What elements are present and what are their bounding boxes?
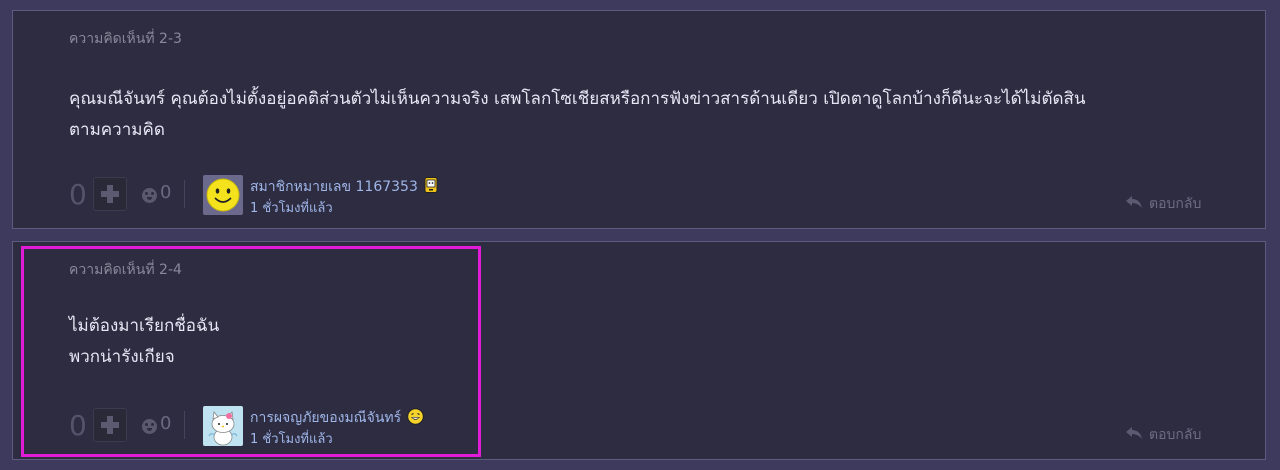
emotion-icon[interactable]	[142, 188, 157, 203]
user-name[interactable]: สมาชิกหมายเลข 1167353	[250, 179, 418, 195]
comment-card: ความคิดเห็นที่ 2-4 ไม่ต้องมาเรียกชื่อฉัน…	[12, 241, 1266, 460]
user-name-link[interactable]: สมาชิกหมายเลข 1167353	[250, 176, 438, 198]
comment-number-label: ความคิดเห็นที่ 2-4	[69, 262, 182, 278]
emotion-icon[interactable]	[142, 419, 157, 434]
user-name-link[interactable]: การผจญภัยของมณีจันทร์	[250, 407, 424, 429]
comment-card: ความคิดเห็นที่ 2-3 คุณมณีจันทร์ คุณต้องไ…	[12, 10, 1266, 229]
vote-count: 0	[69, 178, 87, 211]
smiley-face-avatar[interactable]	[203, 175, 243, 215]
reply-button[interactable]: ตอบกลับ	[1125, 193, 1201, 215]
reply-arrow-icon	[1125, 195, 1143, 213]
post-time: 1 ชั่วโมงที่แล้ว	[250, 432, 333, 447]
vote-count: 0	[69, 409, 87, 442]
reply-label[interactable]: ตอบกลับ	[1149, 196, 1201, 212]
vote-plus-button[interactable]	[93, 177, 127, 211]
footer-divider	[184, 411, 185, 439]
comment-body: คุณมณีจันทร์ คุณต้องไม่ตั้งอยู่อคติส่วนต…	[69, 89, 1086, 140]
hello-kitty-avatar[interactable]	[203, 406, 243, 446]
post-time: 1 ชั่วโมงที่แล้ว	[250, 201, 333, 216]
comment-number-label: ความคิดเห็นที่ 2-3	[69, 31, 182, 47]
emotion-count: 0	[160, 182, 172, 203]
mobile-phone-badge-icon	[424, 177, 438, 197]
laughing-emoji-badge-icon	[407, 407, 424, 429]
user-name[interactable]: การผจญภัยของมณีจันทร์	[250, 410, 401, 426]
comment-footer: 0 0 การผจญภัยของมณีจันทร์ 1 ชั่วโมงที่แล…	[69, 406, 1219, 447]
comment-body: ไม่ต้องมาเรียกชื่อฉัน พวกน่ารังเกียจ	[69, 316, 220, 367]
reply-arrow-icon	[1125, 426, 1143, 444]
emotion-count: 0	[160, 413, 172, 434]
reply-label[interactable]: ตอบกลับ	[1149, 427, 1201, 443]
footer-divider	[184, 180, 185, 208]
vote-plus-button[interactable]	[93, 408, 127, 442]
reply-button[interactable]: ตอบกลับ	[1125, 424, 1201, 446]
comment-footer: 0 0 สมาชิกหมายเลข 1167353 1 ชั่วโมงที่แล…	[69, 175, 1219, 216]
